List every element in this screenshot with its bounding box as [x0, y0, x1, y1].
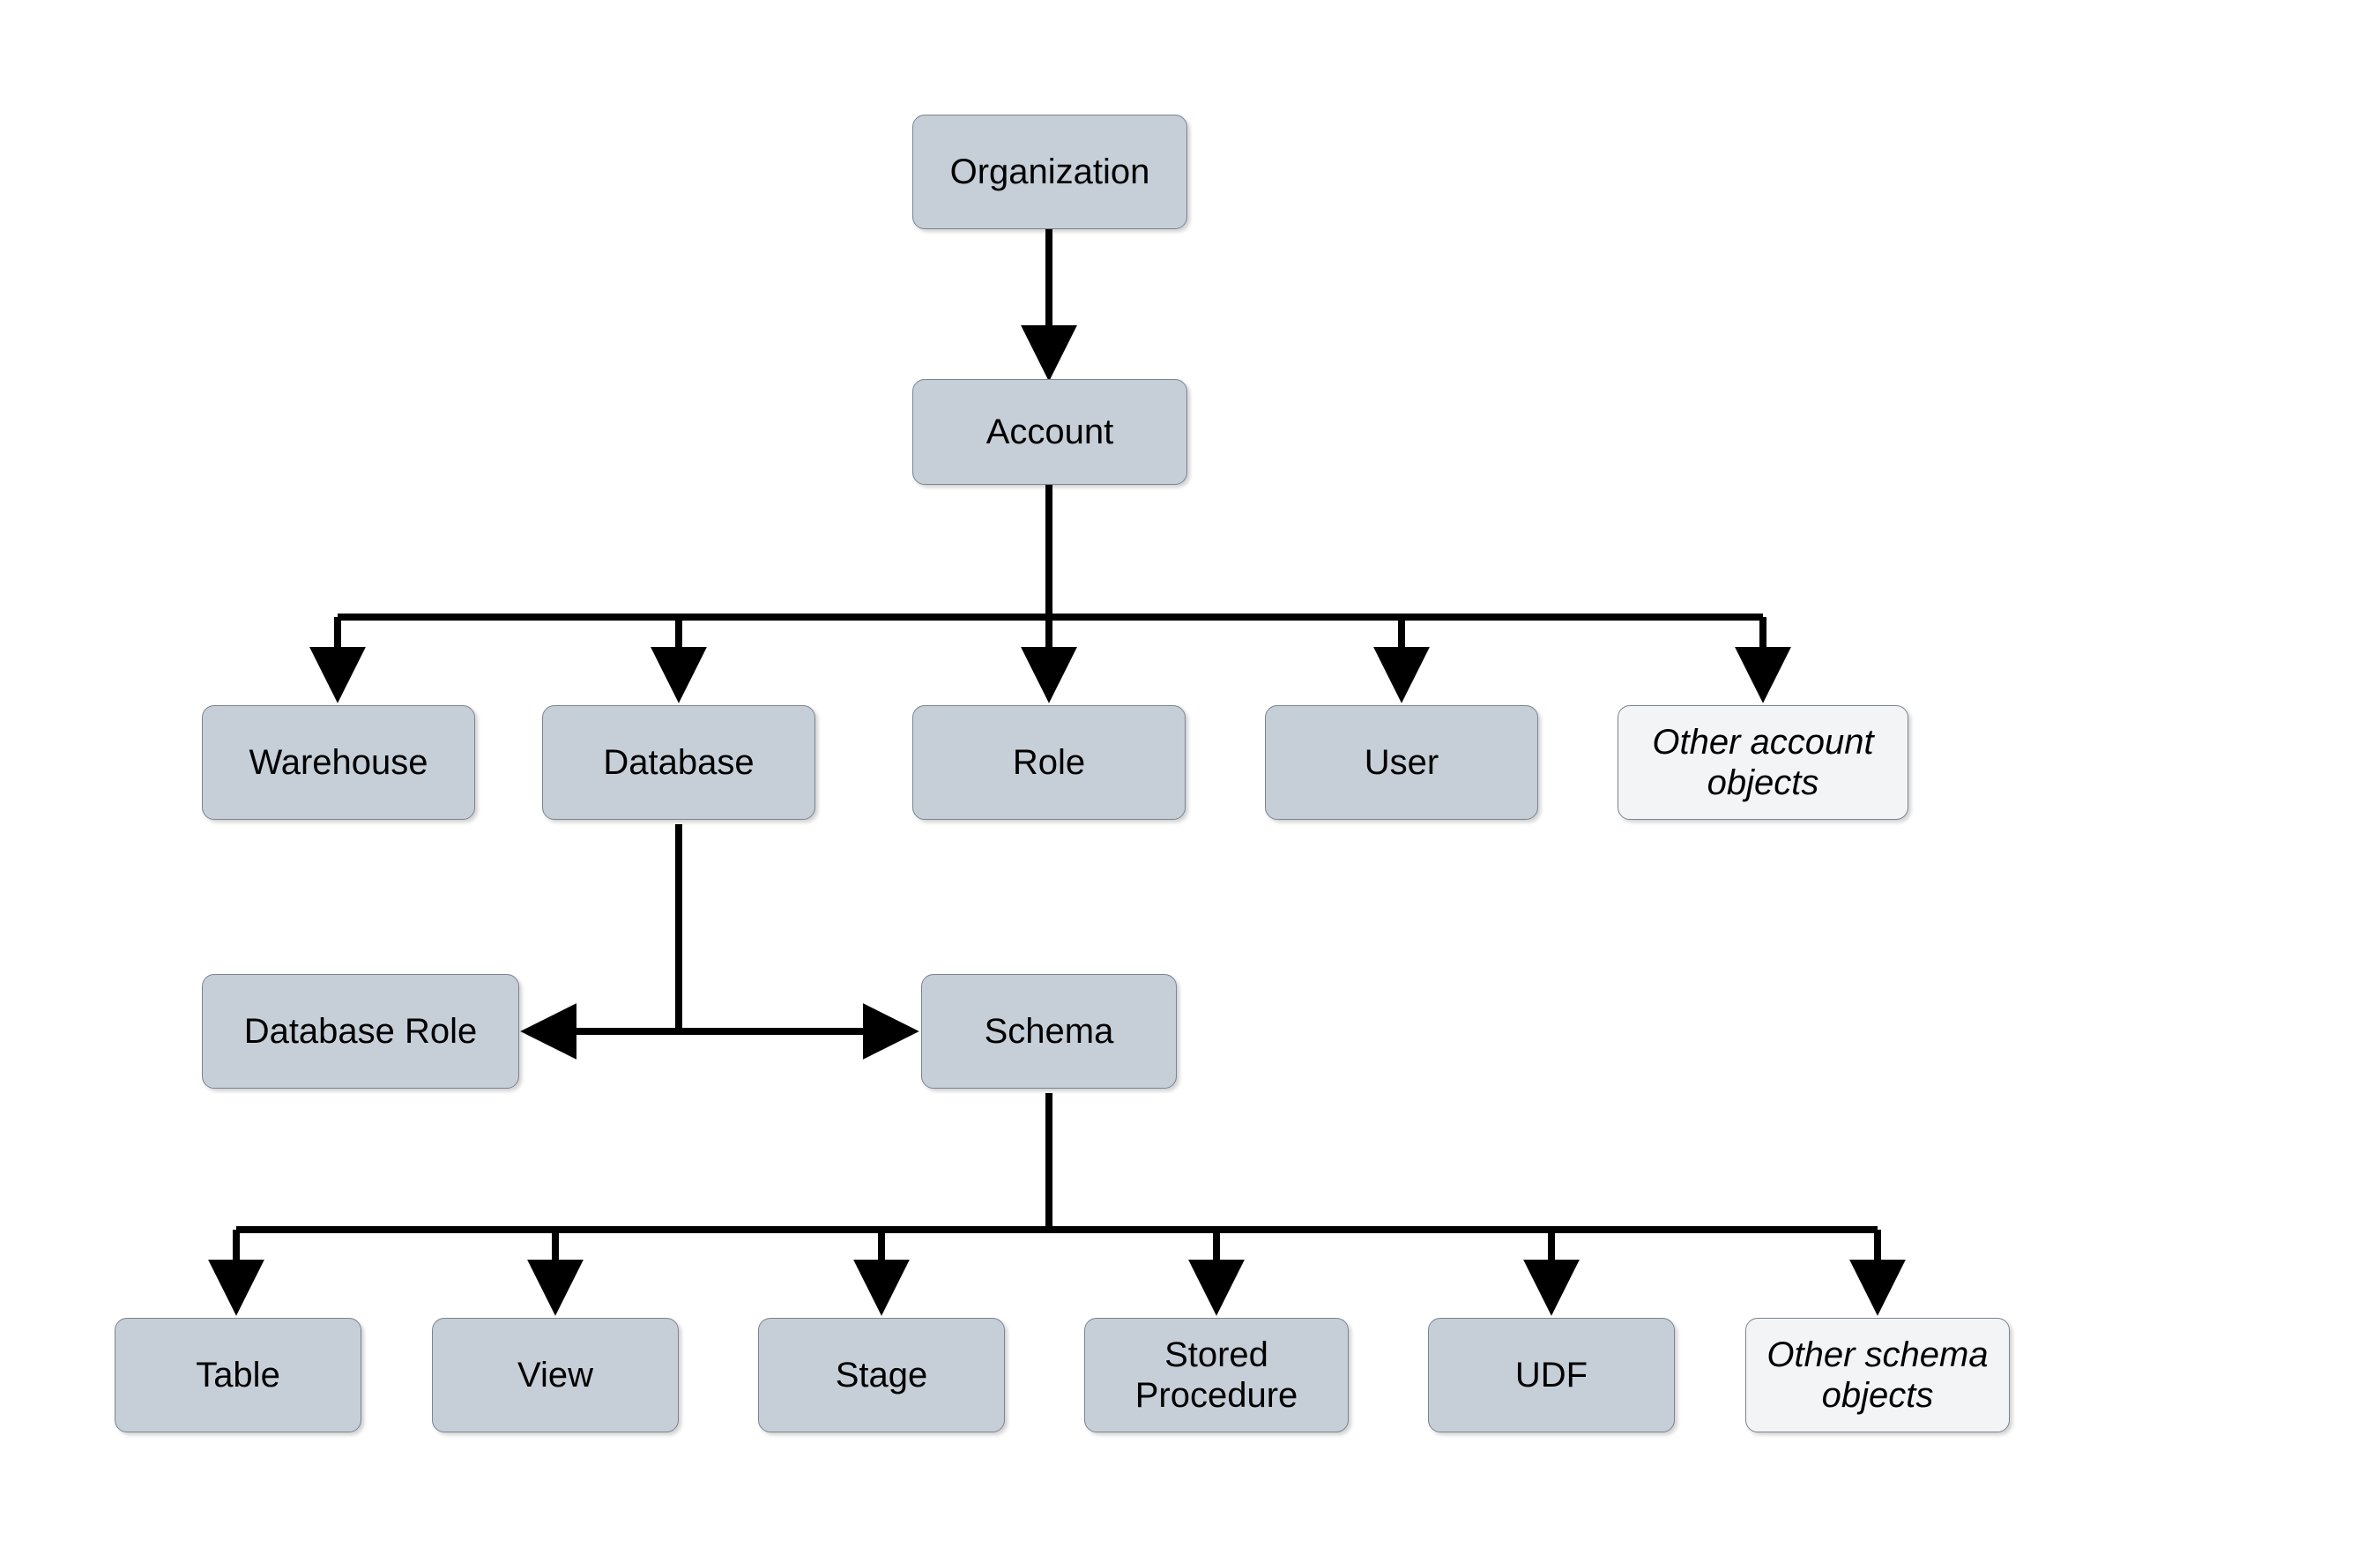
- node-database: Database: [542, 705, 815, 820]
- node-other-schema-objects: Other schema objects: [1745, 1318, 2010, 1432]
- hierarchy-diagram: Organization Account Warehouse Database …: [115, 35, 2265, 1525]
- node-udf: UDF: [1428, 1318, 1675, 1432]
- node-database-role: Database Role: [202, 974, 519, 1089]
- node-account: Account: [912, 379, 1187, 485]
- node-stored-procedure: Stored Procedure: [1084, 1318, 1349, 1432]
- node-other-account-objects: Other account objects: [1618, 705, 1908, 820]
- node-user: User: [1265, 705, 1538, 820]
- node-warehouse: Warehouse: [202, 705, 475, 820]
- node-view: View: [432, 1318, 679, 1432]
- node-stage: Stage: [758, 1318, 1005, 1432]
- node-organization: Organization: [912, 115, 1187, 229]
- node-role: Role: [912, 705, 1186, 820]
- node-table: Table: [115, 1318, 361, 1432]
- node-schema: Schema: [921, 974, 1177, 1089]
